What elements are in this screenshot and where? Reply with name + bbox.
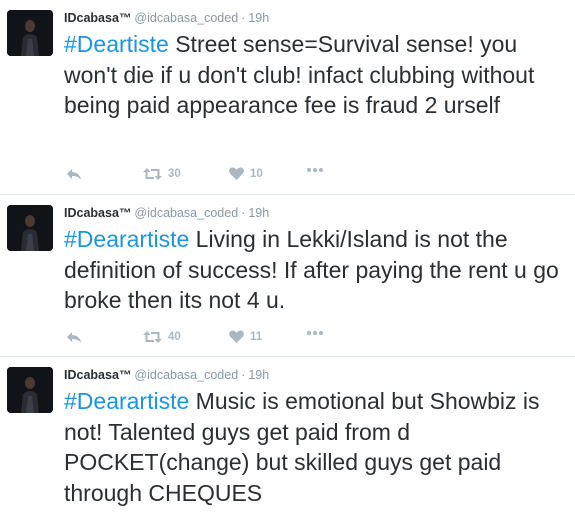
heart-icon xyxy=(229,330,244,343)
hashtag-link[interactable]: #Deartiste xyxy=(64,31,169,57)
tweet-header: IDcabasa™ @idcabasa_coded · 19h xyxy=(64,10,269,26)
user-handle[interactable]: @idcabasa_coded xyxy=(134,368,238,382)
tweet-header: IDcabasa™ @idcabasa_coded · 19h xyxy=(64,205,269,221)
tweet-text: #Dearartiste Living in Lekki/Island is n… xyxy=(64,224,569,316)
tweet-actions: 30 10 xyxy=(64,167,364,183)
user-handle[interactable]: @idcabasa_coded xyxy=(134,206,238,220)
tweet-text: #Dearartiste Music is emotional but Show… xyxy=(64,386,569,508)
tweet[interactable]: IDcabasa™ @idcabasa_coded · 19h #Deartiste … xyxy=(0,0,575,195)
reply-button[interactable] xyxy=(66,167,82,181)
separator-dot: · xyxy=(241,206,246,220)
separator-dot: · xyxy=(241,368,246,382)
like-button[interactable]: 10 xyxy=(229,167,263,180)
display-name[interactable]: IDcabasa™ xyxy=(64,11,131,25)
hashtag-link[interactable]: #Dearartiste xyxy=(64,388,189,414)
tweet-text: #Deartiste Street sense=Survival sense! … xyxy=(64,29,569,121)
timestamp[interactable]: 19h xyxy=(248,368,269,382)
like-count: 11 xyxy=(250,330,263,343)
reply-button[interactable] xyxy=(66,330,82,344)
timestamp[interactable]: 19h xyxy=(248,206,269,220)
timestamp[interactable]: 19h xyxy=(248,11,269,25)
hashtag-link[interactable]: #Dearartiste xyxy=(64,226,189,252)
retweet-button[interactable]: 40 xyxy=(143,330,181,344)
more-icon xyxy=(307,331,323,335)
tweet-feed: IDcabasa™ @idcabasa_coded · 19h #Deartiste … xyxy=(0,0,575,520)
display-name[interactable]: IDcabasa™ xyxy=(64,206,131,220)
retweet-count: 40 xyxy=(168,331,181,343)
reply-icon xyxy=(67,169,81,180)
more-icon xyxy=(307,168,323,172)
more-options-button[interactable] xyxy=(306,330,324,336)
heart-icon xyxy=(229,167,244,180)
tweet[interactable]: IDcabasa™ @idcabasa_coded · 19h #Dearartist… xyxy=(0,357,575,520)
separator-dot: · xyxy=(241,11,246,25)
retweet-button[interactable]: 30 xyxy=(143,167,181,181)
tweet-actions: 40 11 xyxy=(64,330,364,346)
tweet[interactable]: IDcabasa™ @idcabasa_coded · 19h #Dearartist… xyxy=(0,195,575,357)
user-handle[interactable]: @idcabasa_coded xyxy=(134,11,238,25)
more-options-button[interactable] xyxy=(306,167,324,173)
display-name[interactable]: IDcabasa™ xyxy=(64,368,131,382)
retweet-icon xyxy=(143,168,162,180)
avatar[interactable] xyxy=(7,10,53,56)
like-button[interactable]: 11 xyxy=(229,330,262,343)
avatar[interactable] xyxy=(7,205,53,251)
avatar[interactable] xyxy=(7,367,53,413)
retweet-count: 30 xyxy=(168,168,181,180)
like-count: 10 xyxy=(250,167,263,180)
tweet-header: IDcabasa™ @idcabasa_coded · 19h xyxy=(64,367,269,383)
reply-icon xyxy=(67,332,81,343)
retweet-icon xyxy=(143,331,162,343)
